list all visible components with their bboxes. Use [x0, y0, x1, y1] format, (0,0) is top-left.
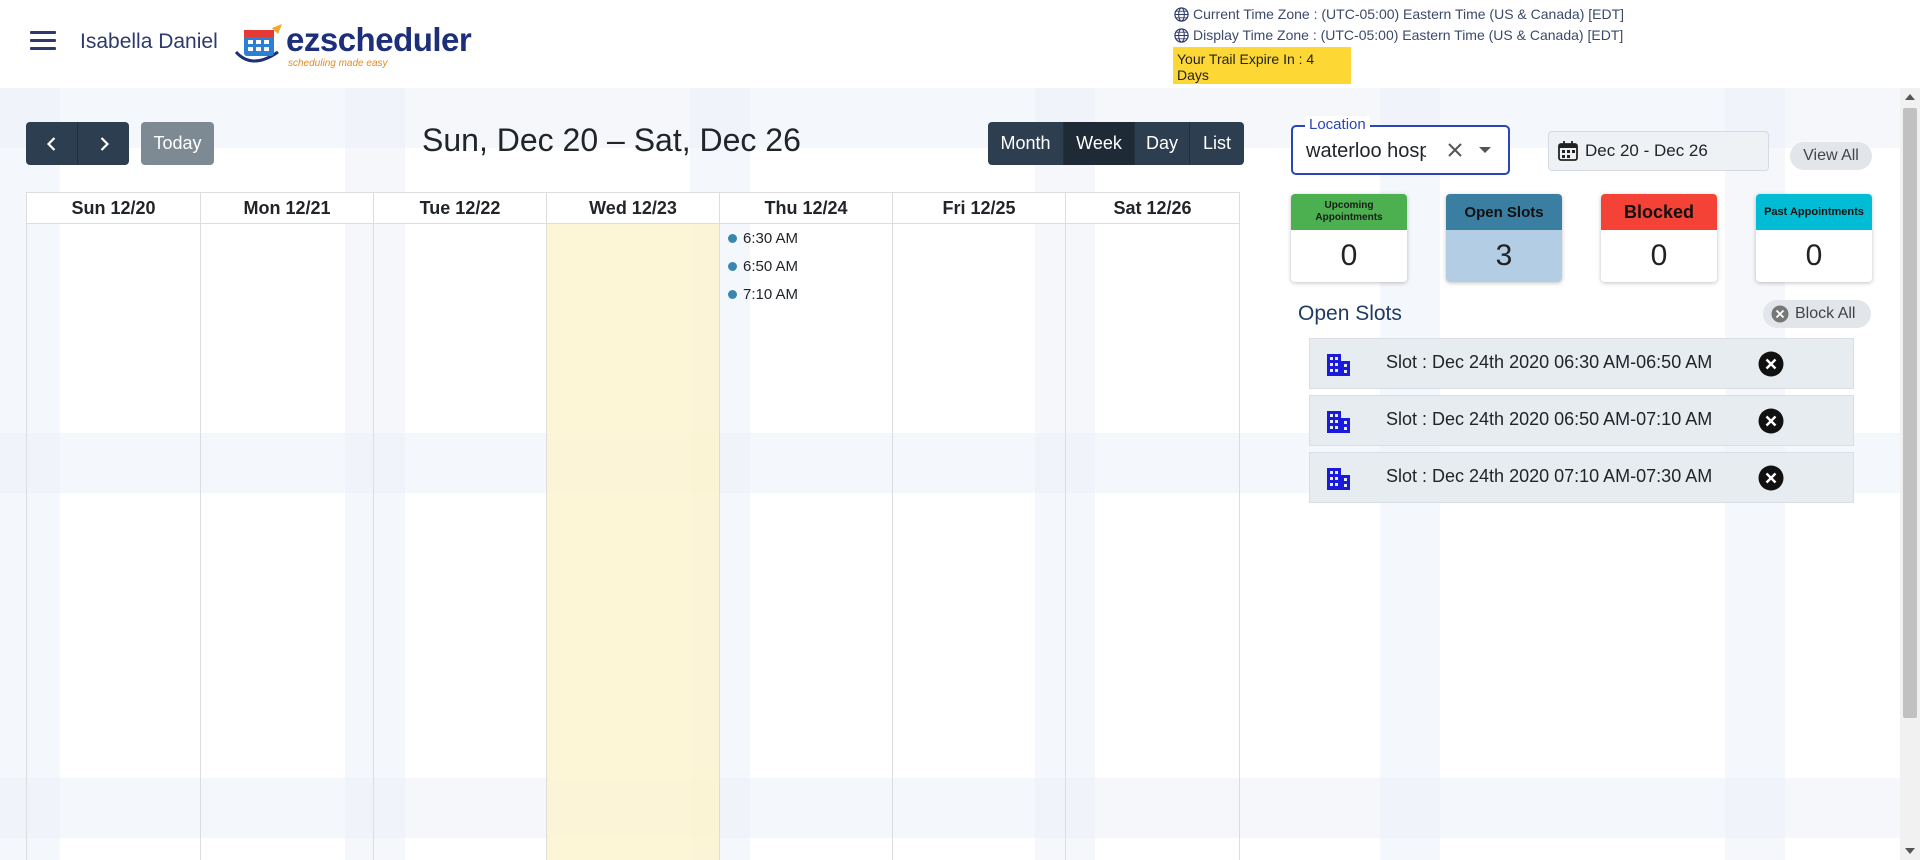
hamburger-menu-icon[interactable] — [30, 31, 56, 53]
logo-wordmark: ezscheduler — [286, 21, 472, 58]
slot-text: Slot : Dec 24th 2020 07:10 AM-07:30 AM — [1386, 466, 1713, 486]
day-header: Sat 12/26 — [1066, 192, 1240, 224]
current-timezone: Current Time Zone : (UTC-05:00) Eastern … — [1174, 6, 1624, 22]
slot-item[interactable]: Slot : Dec 24th 2020 07:10 AM-07:30 AM — [1309, 452, 1854, 503]
next-week-button[interactable] — [78, 122, 129, 165]
open-slots-card[interactable]: Open Slots 3 — [1446, 194, 1562, 282]
day-column[interactable] — [1066, 224, 1240, 860]
day-column[interactable]: 6:30 AM 6:50 AM 7:10 AM — [720, 224, 893, 860]
globe-icon — [1174, 6, 1189, 22]
day-column[interactable] — [893, 224, 1066, 860]
view-all-button[interactable]: View All — [1790, 142, 1872, 170]
location-label: Location — [1305, 116, 1370, 133]
slot-text: Slot : Dec 24th 2020 06:30 AM-06:50 AM — [1386, 352, 1713, 372]
calendar-event[interactable]: 6:50 AM — [728, 258, 798, 275]
close-circle-icon[interactable] — [1758, 465, 1784, 491]
upcoming-appointments-card[interactable]: Upcoming Appointments 0 — [1291, 194, 1407, 282]
building-icon — [1327, 468, 1350, 490]
day-header: Thu 12/24 — [720, 192, 893, 224]
scroll-down-icon[interactable] — [1905, 848, 1915, 854]
day-column[interactable] — [374, 224, 547, 860]
day-column-highlighted[interactable] — [547, 224, 720, 860]
block-all-label: Block All — [1795, 305, 1856, 322]
date-range-picker[interactable]: Dec 20 - Dec 26 — [1548, 131, 1769, 171]
calendar-logo-icon — [234, 24, 282, 63]
card-count: 0 — [1650, 239, 1668, 272]
prev-week-button[interactable] — [26, 122, 78, 165]
user-name: Isabella Daniel — [80, 30, 218, 53]
view-day-button[interactable]: Day — [1135, 122, 1190, 165]
calendar-event[interactable]: 6:30 AM — [728, 230, 798, 247]
event-dot — [728, 290, 737, 299]
app-logo[interactable]: ezscheduler scheduling made easy — [232, 18, 472, 69]
event-dot — [728, 262, 737, 271]
page-scrollbar[interactable] — [1900, 88, 1920, 860]
card-label: Open Slots — [1446, 194, 1562, 230]
block-all-button[interactable]: Block All — [1763, 300, 1871, 328]
slot-text: Slot : Dec 24th 2020 06:50 AM-07:10 AM — [1386, 409, 1713, 429]
day-header: Wed 12/23 — [547, 192, 720, 224]
week-calendar-grid: Sun 12/20 Mon 12/21 Tue 12/22 Wed 12/23 … — [26, 192, 1241, 860]
current-timezone-text: Current Time Zone : (UTC-05:00) Eastern … — [1193, 6, 1625, 22]
past-appointments-card[interactable]: Past Appointments 0 — [1756, 194, 1872, 282]
day-header: Fri 12/25 — [893, 192, 1066, 224]
display-timezone[interactable]: Display Time Zone : (UTC-05:00) Eastern … — [1174, 27, 1623, 43]
building-icon — [1327, 354, 1350, 376]
calendar-nav-group — [26, 122, 129, 165]
calendar-icon — [1558, 141, 1578, 161]
slot-item[interactable]: Slot : Dec 24th 2020 06:50 AM-07:10 AM — [1309, 395, 1854, 446]
event-time: 6:30 AM — [743, 230, 799, 247]
card-count: 3 — [1446, 230, 1562, 282]
card-count: 0 — [1805, 239, 1823, 272]
location-value[interactable]: waterloo hospital — [1306, 140, 1426, 163]
clear-icon[interactable] — [1445, 140, 1465, 160]
chevron-down-icon[interactable] — [1479, 147, 1491, 153]
day-header: Sun 12/20 — [27, 192, 201, 224]
scroll-up-icon[interactable] — [1905, 94, 1915, 100]
close-circle-icon[interactable] — [1758, 408, 1784, 434]
view-switcher: Month Week Day List — [988, 122, 1244, 165]
globe-icon — [1174, 27, 1189, 43]
event-time: 7:10 AM — [743, 286, 799, 303]
close-circle-icon — [1771, 305, 1789, 323]
display-timezone-text: Display Time Zone : (UTC-05:00) Eastern … — [1193, 27, 1624, 43]
calendar-event[interactable]: 7:10 AM — [728, 286, 798, 303]
day-header: Mon 12/21 — [201, 192, 374, 224]
view-week-button[interactable]: Week — [1064, 122, 1135, 165]
day-column[interactable] — [201, 224, 374, 860]
top-header: Isabella Daniel ezscheduler scheduling m… — [0, 0, 1920, 88]
today-button[interactable]: Today — [141, 122, 214, 165]
slot-item[interactable]: Slot : Dec 24th 2020 06:30 AM-06:50 AM — [1309, 338, 1854, 389]
view-list-button[interactable]: List — [1190, 122, 1244, 165]
card-label: Upcoming Appointments — [1291, 194, 1407, 230]
logo-tagline: scheduling made easy — [288, 58, 388, 69]
blocked-card[interactable]: Blocked 0 — [1601, 194, 1717, 282]
close-circle-icon[interactable] — [1758, 351, 1784, 377]
scrollbar-thumb[interactable] — [1903, 108, 1917, 718]
trial-expiry-banner: Your Trail Expire In : 4 Days — [1173, 47, 1351, 84]
card-label: Past Appointments — [1756, 194, 1872, 230]
open-slots-title: Open Slots — [1298, 302, 1402, 325]
card-label: Blocked — [1601, 194, 1717, 230]
day-header: Tue 12/22 — [374, 192, 547, 224]
day-column[interactable] — [27, 224, 201, 860]
chevron-right-icon — [100, 136, 109, 151]
location-select[interactable]: Location waterloo hospital — [1291, 116, 1510, 175]
card-count: 0 — [1340, 239, 1358, 272]
date-range-text: Dec 20 - Dec 26 — [1585, 141, 1708, 160]
view-month-button[interactable]: Month — [988, 122, 1064, 165]
building-icon — [1327, 411, 1350, 433]
event-time: 6:50 AM — [743, 258, 799, 275]
event-dot — [728, 234, 737, 243]
chevron-left-icon — [46, 136, 55, 151]
calendar-range-title: Sun, Dec 20 – Sat, Dec 26 — [422, 122, 801, 158]
